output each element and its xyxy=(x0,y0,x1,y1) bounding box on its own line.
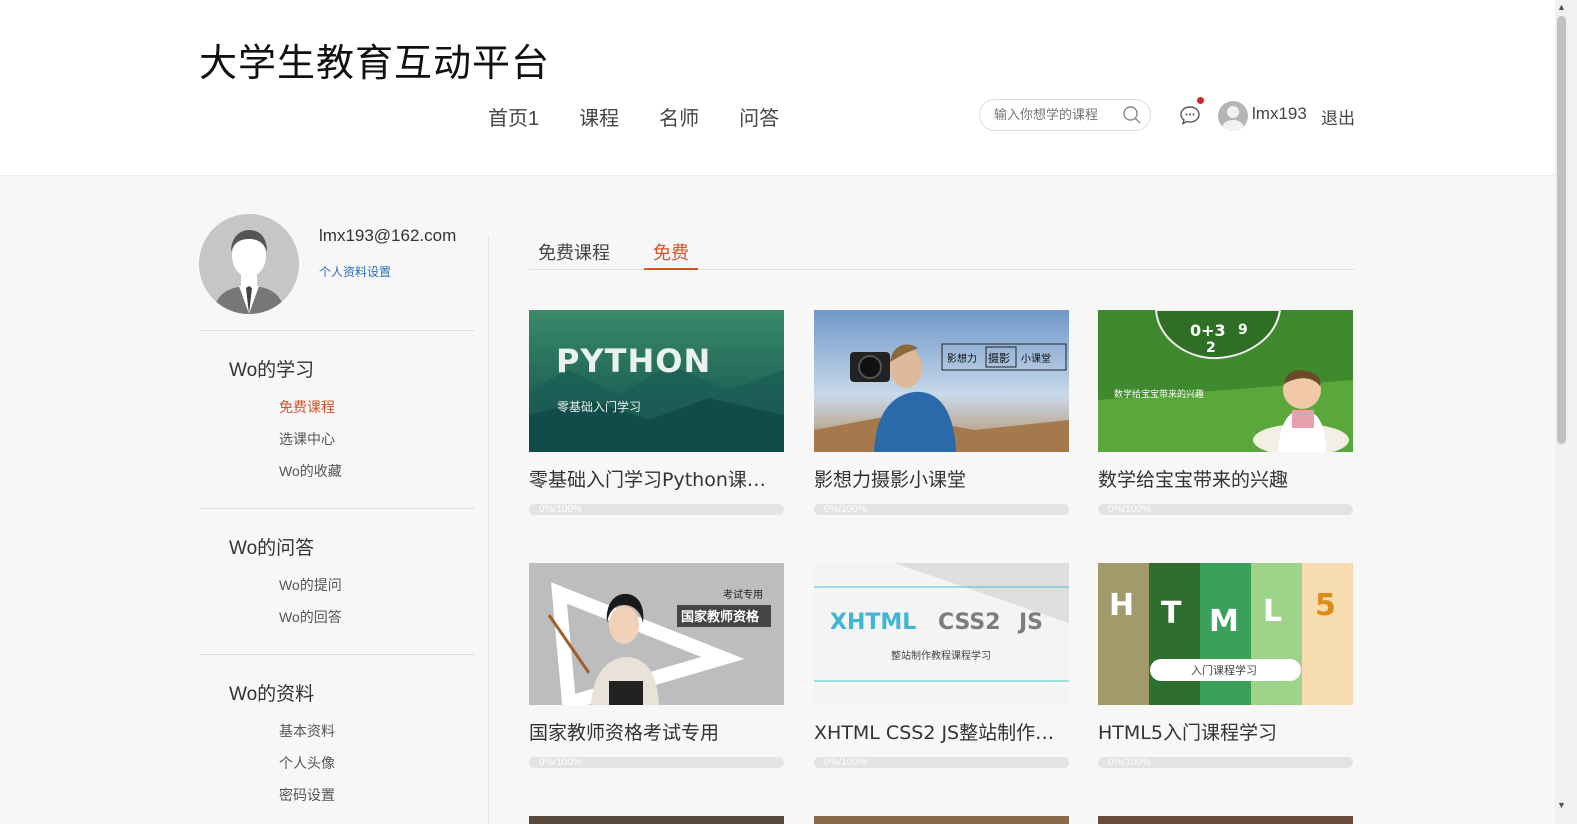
course-progress-text: 0%/100% xyxy=(824,757,867,768)
thumb-text: 整站制作教程课程学习 xyxy=(891,649,991,662)
course-card[interactable]: PYTHON 零基础入门学习 零基础入门学习Python课程学... 0%/10… xyxy=(529,310,784,515)
nav-courses[interactable]: 课程 xyxy=(579,102,619,131)
tab-free-courses[interactable]: 免费课程 xyxy=(529,240,619,270)
course-thumbnail-photography[interactable]: 影想力 摄影 小课堂 xyxy=(814,310,1069,452)
course-progress-bar: 0%/100% xyxy=(814,757,1069,768)
nav-home[interactable]: 首页1 xyxy=(488,102,539,131)
scroll-down-icon[interactable]: ▼ xyxy=(1557,800,1566,810)
logout-link[interactable]: 退出 xyxy=(1321,104,1355,129)
user-avatar-icon[interactable] xyxy=(1218,101,1248,131)
site-logo[interactable]: 大学生教育互动平台 xyxy=(199,32,550,87)
thumb-text: H xyxy=(1109,588,1134,623)
course-thumbnail-teacher-exam[interactable]: 考试专用 国家教师资格 xyxy=(529,563,784,705)
nav-qa[interactable]: 问答 xyxy=(739,102,779,131)
profile-email: lmx193@162.com xyxy=(319,226,457,245)
course-title[interactable]: XHTML CSS2 JS整站制作教... xyxy=(814,718,1069,745)
course-tabs: 免费课程 免费 xyxy=(529,240,1354,270)
thumb-text: JS xyxy=(1017,610,1043,635)
profile-settings-link[interactable]: 个人资料设置 xyxy=(319,263,391,280)
message-button[interactable] xyxy=(1178,97,1204,127)
course-title[interactable]: 影想力摄影小课堂 xyxy=(814,465,1069,492)
search-input[interactable] xyxy=(994,107,1124,123)
section-my-profile: Wo的资料 基本资料 个人头像 密码设置 xyxy=(199,654,474,811)
thumb-text: T xyxy=(1161,596,1182,631)
course-progress-text: 0%/100% xyxy=(824,504,867,515)
thumb-text: 2 xyxy=(1206,340,1216,356)
thumb-text: 数学给宝宝带来的兴趣 xyxy=(1114,388,1204,400)
section-title: Wo的资料 xyxy=(229,684,315,705)
thumb-text: 9 xyxy=(1238,322,1248,338)
notification-dot xyxy=(1197,97,1204,104)
thumb-text: 小课堂 xyxy=(1021,353,1051,365)
sidebar-item-my-answers[interactable]: Wo的回答 xyxy=(279,601,474,633)
divider xyxy=(488,235,489,824)
course-title[interactable]: 国家教师资格考试专用 xyxy=(529,718,784,745)
tab-free[interactable]: 免费 xyxy=(644,240,698,270)
section-title: Wo的学习 xyxy=(229,360,315,381)
thumb-text: 考试专用 xyxy=(723,588,763,601)
site-header: 大学生教育互动平台 首页1 课程 名师 问答 lmx193 退出 xyxy=(0,0,1555,176)
course-thumbnail-python[interactable]: PYTHON 零基础入门学习 xyxy=(529,310,784,452)
course-title[interactable]: HTML5入门课程学习 xyxy=(1098,718,1353,745)
section-title: Wo的问答 xyxy=(229,538,315,559)
course-card-partial[interactable] xyxy=(814,816,1069,824)
main-nav: 首页1 课程 名师 问答 xyxy=(488,102,819,131)
course-card[interactable]: XHTML CSS2 JS 整站制作教程课程学习 XHTML CSS2 JS整站… xyxy=(814,563,1069,768)
section-my-learning: Wo的学习 免费课程 选课中心 Wo的收藏 xyxy=(199,330,474,487)
thumb-text: 影想力 xyxy=(947,352,977,365)
default-avatar-icon xyxy=(199,214,299,314)
thumb-text: 国家教师资格 xyxy=(681,609,760,625)
thumb-text: 0+3 xyxy=(1190,321,1226,340)
course-card-partial[interactable] xyxy=(529,816,784,824)
nav-teachers[interactable]: 名师 xyxy=(659,102,699,131)
course-progress-text: 0%/100% xyxy=(1108,504,1151,515)
scrollbar-thumb[interactable] xyxy=(1557,16,1566,444)
course-progress-text: 0%/100% xyxy=(539,757,582,768)
course-progress-text: 0%/100% xyxy=(539,504,582,515)
sidebar-item-basic-info[interactable]: 基本资料 xyxy=(279,715,474,747)
course-card[interactable]: H T M L 5 入门课程学习 HTML5入门课程学习 0%/100% xyxy=(1098,563,1353,768)
message-icon xyxy=(1180,106,1200,125)
section-my-qa: Wo的问答 Wo的提问 Wo的回答 xyxy=(199,508,474,633)
sidebar-item-favorites[interactable]: Wo的收藏 xyxy=(279,455,474,487)
course-progress-bar: 0%/100% xyxy=(1098,504,1353,515)
sidebar-item-free-courses[interactable]: 免费课程 xyxy=(279,391,474,423)
scroll-up-icon[interactable]: ▲ xyxy=(1557,2,1566,12)
search-icon[interactable] xyxy=(1122,105,1142,125)
course-card-partial[interactable] xyxy=(1098,816,1353,824)
thumb-text: CSS2 xyxy=(938,610,1001,635)
thumb-text: 5 xyxy=(1315,588,1336,623)
course-card[interactable]: 考试专用 国家教师资格 国家教师资格考试专用 0%/100% xyxy=(529,563,784,768)
thumb-text: M xyxy=(1209,604,1239,639)
course-progress-bar: 0%/100% xyxy=(814,504,1069,515)
search-box xyxy=(979,99,1151,131)
thumb-text: XHTML xyxy=(830,610,916,635)
course-progress-bar: 0%/100% xyxy=(529,504,784,515)
course-progress-text: 0%/100% xyxy=(1108,757,1151,768)
course-thumbnail-html5[interactable]: H T M L 5 入门课程学习 xyxy=(1098,563,1353,705)
thumb-text: 摄影 xyxy=(988,351,1010,365)
username[interactable]: lmx193 xyxy=(1252,104,1307,124)
course-title[interactable]: 零基础入门学习Python课程学... xyxy=(529,465,784,492)
thumb-text: L xyxy=(1263,594,1282,629)
sidebar-item-my-questions[interactable]: Wo的提问 xyxy=(279,569,474,601)
page-scrollbar[interactable]: ▲ ▼ xyxy=(1555,0,1577,824)
course-title[interactable]: 数学给宝宝带来的兴趣 xyxy=(1098,465,1353,492)
course-card[interactable]: 0+3 9 2 数学给宝宝带来的兴趣 数学给宝宝带来的兴趣 0%/100% xyxy=(1098,310,1353,515)
course-thumbnail-math-baby[interactable]: 0+3 9 2 数学给宝宝带来的兴趣 xyxy=(1098,310,1353,452)
thumb-text: 零基础入门学习 xyxy=(557,399,641,414)
course-card[interactable]: 影想力 摄影 小课堂 影想力摄影小课堂 0%/100% xyxy=(814,310,1069,515)
course-progress-bar: 0%/100% xyxy=(529,757,784,768)
thumb-text: PYTHON xyxy=(556,342,711,380)
sidebar-item-course-center[interactable]: 选课中心 xyxy=(279,423,474,455)
sidebar-item-password[interactable]: 密码设置 xyxy=(279,779,474,811)
sidebar-item-avatar[interactable]: 个人头像 xyxy=(279,747,474,779)
course-thumbnail-xhtml[interactable]: XHTML CSS2 JS 整站制作教程课程学习 xyxy=(814,563,1069,705)
course-progress-bar: 0%/100% xyxy=(1098,757,1353,768)
thumb-text: 入门课程学习 xyxy=(1191,663,1257,677)
